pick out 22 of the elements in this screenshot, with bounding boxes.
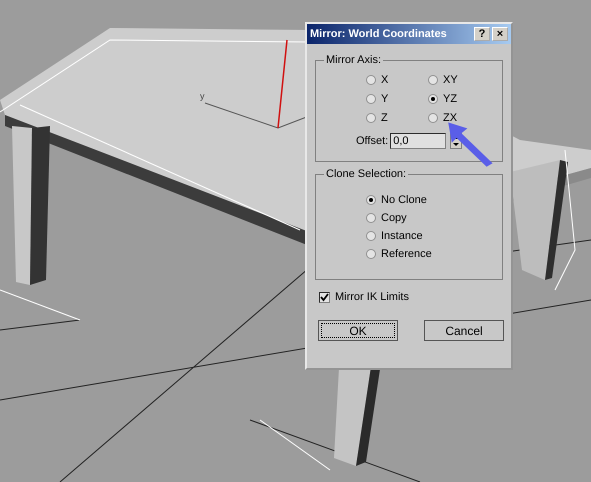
radio-option[interactable]: ZX [428, 112, 478, 124]
group-label: Mirror Axis: [325, 54, 382, 66]
checkbox[interactable] [319, 292, 330, 302]
axis-label: y [200, 91, 204, 101]
radio-option[interactable]: X [366, 74, 428, 86]
radio-option[interactable]: YZ [428, 93, 478, 105]
radio-option[interactable]: Z [366, 112, 428, 124]
cancel-button[interactable]: Cancel [424, 320, 504, 341]
radio-option[interactable]: XY [428, 74, 478, 86]
radio-option[interactable]: No Clone [366, 194, 494, 206]
radio-option[interactable]: Instance [366, 230, 494, 242]
offset-label: Offset: [356, 135, 388, 147]
radio-option[interactable]: Copy [366, 212, 494, 224]
ok-button[interactable]: OK [318, 320, 398, 341]
window-title: Mirror: World Coordinates [310, 28, 448, 40]
radio-option[interactable]: Reference [366, 248, 494, 260]
close-button[interactable]: × [492, 27, 508, 41]
help-button[interactable]: ? [474, 27, 490, 41]
offset-field[interactable]: 0,0 [390, 133, 446, 149]
group-label: Clone Selection: [325, 168, 408, 180]
checkbox-label[interactable]: Mirror IK Limits [335, 291, 409, 303]
radio-option[interactable]: Y [366, 93, 428, 105]
